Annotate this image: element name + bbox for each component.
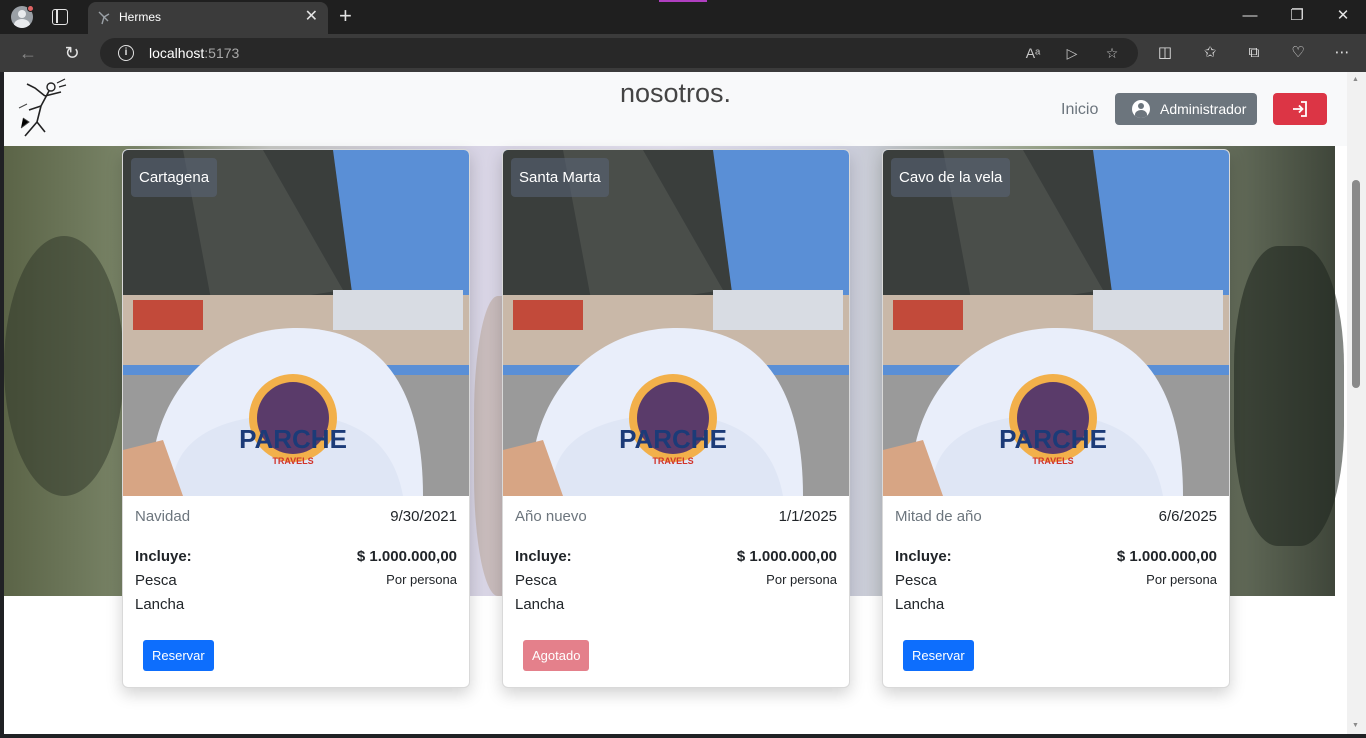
media-icon[interactable]: ▷: [1061, 43, 1083, 63]
card-include-item: Pesca: [895, 572, 937, 589]
nav-link-inicio[interactable]: Inicio: [1061, 101, 1098, 119]
card-date: 6/6/2025: [1158, 508, 1217, 525]
card-include-item: Pesca: [515, 572, 557, 589]
refresh-icon[interactable]: ↻: [60, 42, 84, 64]
split-screen-icon[interactable]: ◫: [1154, 43, 1176, 63]
trip-image: PARCHE TRAVELS Cartagena: [123, 150, 469, 496]
card-incluye-label: Incluye:: [895, 548, 952, 565]
card-include-item: Lancha: [895, 596, 945, 613]
page-viewport: nosotros. Inicio Administrador PARCHE TR…: [4, 72, 1347, 734]
reservar-button[interactable]: Reservar: [143, 640, 214, 671]
card-date: 9/30/2021: [390, 508, 457, 525]
hermes-favicon-icon: [98, 11, 110, 25]
card-price-unit: Por persona: [386, 572, 457, 587]
scroll-down-icon[interactable]: ▼: [1352, 722, 1359, 729]
minimize-icon[interactable]: —: [1230, 5, 1270, 27]
card-season: Mitad de año: [895, 508, 982, 525]
read-aloud-icon[interactable]: Aᵃ: [1022, 43, 1044, 63]
trip-image: PARCHE TRAVELS Cavo de la vela: [883, 150, 1229, 496]
tab-strip-indicator: [659, 0, 707, 2]
address-bar[interactable]: i localhost:5173 Aᵃ ▷ ☆: [100, 38, 1138, 68]
card-include-item: Pesca: [135, 572, 177, 589]
browser-tab-hermes[interactable]: Hermes ✕: [88, 2, 328, 34]
browser-tab-bar: Hermes ✕ + — ❐ ✕: [0, 0, 1366, 34]
cap-sub-text: TRAVELS: [1032, 456, 1073, 466]
profile-status-dot: [27, 5, 34, 12]
user-circle-icon: [1132, 100, 1150, 118]
tab-actions-icon[interactable]: [52, 9, 68, 25]
trip-image: PARCHE TRAVELS Santa Marta: [503, 150, 849, 496]
url-host: localhost: [149, 45, 205, 61]
card-price-unit: Por persona: [766, 572, 837, 587]
card-season: Navidad: [135, 508, 191, 525]
more-menu-icon[interactable]: ⋯: [1331, 43, 1353, 63]
card-include-item: Lancha: [515, 596, 565, 613]
scrollbar-thumb[interactable]: [1352, 180, 1360, 388]
card-season: Año nuevo: [515, 508, 587, 525]
card-city-label: Santa Marta: [511, 158, 609, 197]
favorites-icon[interactable]: ✩: [1199, 43, 1221, 63]
favorite-star-icon[interactable]: ☆: [1101, 43, 1123, 63]
card-price: $ 1.000.000,00: [736, 548, 837, 565]
restore-icon[interactable]: ❐: [1277, 5, 1317, 27]
url-port: :5173: [204, 45, 240, 61]
sign-in-icon: [1293, 100, 1307, 117]
trip-card: PARCHE TRAVELS Santa Marta Año nuevo 1/1…: [502, 149, 850, 688]
card-price-unit: Por persona: [1146, 572, 1217, 587]
login-button[interactable]: [1273, 93, 1327, 125]
collections-icon[interactable]: ⧉: [1243, 43, 1265, 63]
browser-essentials-icon[interactable]: ♡: [1287, 43, 1309, 63]
trip-card: PARCHE TRAVELS Cartagena Navidad 9/30/20…: [122, 149, 470, 688]
cap-brand-text: PARCHE: [239, 424, 347, 454]
browser-toolbar: ← ↻ i localhost:5173 Aᵃ ▷ ☆ ◫ ✩ ⧉ ♡ ⋯: [0, 34, 1366, 72]
agotado-button[interactable]: Agotado: [523, 640, 590, 671]
tab-title: Hermes: [119, 10, 162, 24]
reservar-button[interactable]: Reservar: [903, 640, 974, 671]
card-date: 1/1/2025: [778, 508, 837, 525]
tab-close-icon[interactable]: ✕: [305, 8, 318, 26]
card-include-item: Lancha: [135, 596, 185, 613]
cap-brand-text: PARCHE: [619, 424, 727, 454]
url-text[interactable]: localhost:5173: [149, 45, 239, 61]
trip-card: PARCHE TRAVELS Cavo de la vela Mitad de …: [882, 149, 1230, 688]
cap-sub-text: TRAVELS: [272, 456, 313, 466]
back-icon[interactable]: ←: [16, 42, 40, 64]
admin-button-label: Administrador: [1160, 101, 1247, 117]
card-price: $ 1.000.000,00: [356, 548, 457, 565]
card-incluye-label: Incluye:: [135, 548, 192, 565]
scroll-up-icon[interactable]: ▲: [1352, 76, 1359, 83]
site-info-icon[interactable]: i: [118, 45, 134, 61]
page-scrollbar[interactable]: ▲ ▼: [1347, 72, 1366, 738]
card-city-label: Cavo de la vela: [891, 158, 1011, 197]
cap-sub-text: TRAVELS: [652, 456, 693, 466]
card-incluye-label: Incluye:: [515, 548, 572, 565]
admin-button[interactable]: Administrador: [1115, 93, 1257, 125]
close-window-icon[interactable]: ✕: [1323, 5, 1363, 27]
hero-shape: [4, 236, 124, 496]
hero-shape: [1234, 246, 1344, 546]
window-bottom-edge: [0, 734, 1366, 738]
cap-brand-text: PARCHE: [999, 424, 1107, 454]
card-price: $ 1.000.000,00: [1116, 548, 1217, 565]
card-city-label: Cartagena: [131, 158, 218, 197]
new-tab-icon[interactable]: +: [339, 4, 352, 28]
site-navbar: nosotros. Inicio Administrador: [4, 72, 1347, 146]
